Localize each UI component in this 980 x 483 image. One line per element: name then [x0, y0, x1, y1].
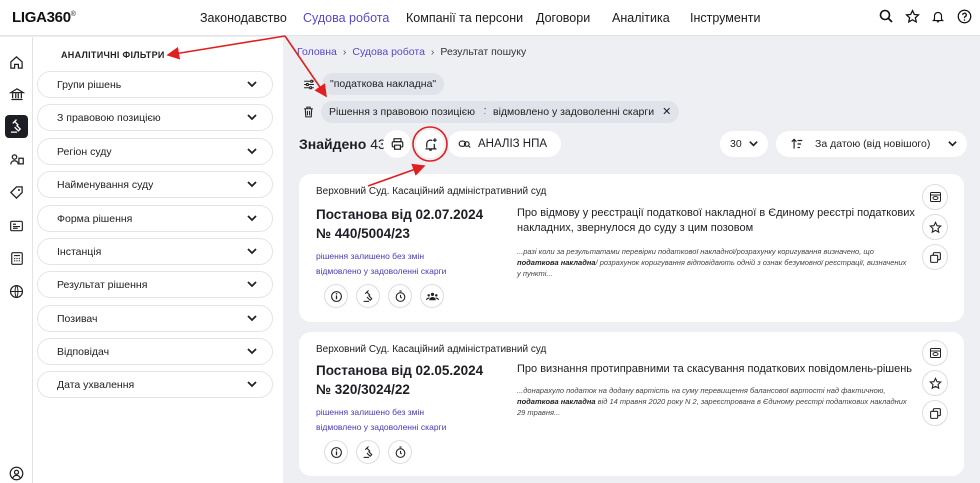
- nav-analytics[interactable]: Аналітика: [612, 0, 670, 36]
- icon-rail: [0, 37, 33, 483]
- chevron-down-icon: [247, 114, 257, 121]
- timer-icon[interactable]: [388, 284, 412, 308]
- filter-legal-position[interactable]: З правовою позицією: [37, 104, 273, 131]
- print-button[interactable]: [383, 130, 411, 158]
- tag-icon[interactable]: [7, 183, 26, 202]
- nav-court-work[interactable]: Судова робота: [303, 0, 389, 36]
- status-result: рішення залишено без змін: [316, 251, 425, 261]
- copy-icon: [929, 251, 941, 263]
- gavel-icon[interactable]: [356, 284, 380, 308]
- home-icon[interactable]: [7, 53, 26, 72]
- participants-icon[interactable]: [420, 284, 444, 308]
- chevron-down-icon: [247, 81, 257, 88]
- result-card[interactable]: Верховний Суд. Касаційний адміністративн…: [299, 332, 964, 476]
- document-title[interactable]: Постанова від 02.07.2024 № 440/5004/23: [316, 205, 483, 243]
- filter-decision-groups[interactable]: Групи рішень: [37, 71, 273, 98]
- eye-window-icon: [929, 348, 941, 358]
- status-result: рішення залишено без змін: [316, 407, 425, 417]
- filter-defendant[interactable]: Відповідач: [37, 338, 273, 365]
- bell-icon[interactable]: [930, 8, 946, 24]
- people-icon[interactable]: [7, 150, 26, 169]
- favorite-button[interactable]: [922, 370, 948, 396]
- chevron-down-icon: [247, 348, 257, 355]
- document-title[interactable]: Постанова від 02.05.2024 № 320/3024/22: [316, 361, 483, 399]
- globe-icon[interactable]: [7, 282, 26, 301]
- filter-court-region[interactable]: Регіон суду: [37, 138, 273, 165]
- calculator-icon[interactable]: [7, 249, 26, 268]
- logo[interactable]: LIGA360®: [12, 9, 76, 26]
- page-size-select[interactable]: 30: [720, 131, 768, 157]
- filter-court-name[interactable]: Найменування суду: [37, 171, 273, 198]
- help-icon[interactable]: [956, 8, 972, 24]
- info-icon[interactable]: [324, 284, 348, 308]
- chevron-down-icon: [247, 281, 257, 288]
- bell-plus-icon: [425, 137, 437, 151]
- id-card-icon[interactable]: [7, 216, 26, 235]
- search-icon[interactable]: [878, 8, 894, 24]
- filter-plaintiff[interactable]: Позивач: [37, 305, 273, 332]
- query-chip[interactable]: "податкова накладна": [322, 73, 445, 95]
- copy-icon: [929, 407, 941, 419]
- star-icon[interactable]: [904, 8, 920, 24]
- filter-decision-form[interactable]: Форма рішення: [37, 205, 273, 232]
- status-complaint: відмовлено у задоволенні скарги: [316, 266, 447, 276]
- user-icon[interactable]: [7, 464, 26, 483]
- filters-title: АНАЛІТИЧНІ ФІЛЬТРИ: [61, 50, 165, 60]
- timer-icon[interactable]: [388, 440, 412, 464]
- chevron-down-icon: [247, 248, 257, 255]
- nav-tools[interactable]: Інструменти: [690, 0, 760, 36]
- result-card[interactable]: Верховний Суд. Касаційний адміністративн…: [299, 174, 964, 322]
- case-summary: Про відмову у реєстрації податкової накл…: [517, 207, 915, 234]
- chevron-down-icon: [247, 381, 257, 388]
- chevron-down-icon: [247, 148, 257, 155]
- chevron-down-icon: [247, 315, 257, 322]
- subscribe-button[interactable]: [416, 130, 444, 158]
- filter-adoption-date[interactable]: Дата ухвалення: [37, 371, 273, 398]
- text-snippet: ...донарахуло податок на додану вартість…: [517, 386, 907, 417]
- gavel-icon[interactable]: [356, 440, 380, 464]
- sort-icon: [791, 138, 803, 149]
- nav-companies[interactable]: Компанії та персони: [406, 0, 523, 36]
- breadcrumb-court-work[interactable]: Судова робота: [352, 46, 425, 58]
- npa-analysis-button[interactable]: АНАЛІЗ НПА: [448, 131, 561, 157]
- breadcrumb: Головна › Судова робота › Результат пошуку: [297, 46, 527, 58]
- sort-select[interactable]: За датою (від новішого): [776, 131, 967, 157]
- filter-decision-result[interactable]: Результат рішення: [37, 271, 273, 298]
- filters-panel: АНАЛІТИЧНІ ФІЛЬТРИ Групи рішень З правов…: [33, 37, 283, 483]
- chevron-down-icon: [948, 141, 957, 147]
- filter-instance[interactable]: Інстанція: [37, 238, 273, 265]
- chevron-down-icon: [749, 141, 758, 147]
- filter-chip-legal-position[interactable]: Рішення з правовою позицією✕: [321, 101, 501, 123]
- chevron-down-icon: [247, 181, 257, 188]
- nav-legislation[interactable]: Законодавство: [200, 0, 287, 36]
- favorite-button[interactable]: [922, 214, 948, 240]
- filter-chip-complaint-denied[interactable]: відмовлено у задоволенні скарги ✕: [485, 101, 680, 123]
- nav-contracts[interactable]: Договори: [536, 0, 590, 36]
- case-summary: Про визнання протиправними та скасування…: [517, 363, 913, 375]
- printer-icon: [391, 138, 403, 150]
- bank-icon[interactable]: [7, 85, 26, 104]
- preview-button[interactable]: [922, 340, 948, 366]
- results-count: Знайдено 43: [299, 136, 386, 152]
- court-name: Верховний Суд. Касаційний адміністративн…: [316, 344, 547, 355]
- breadcrumb-home[interactable]: Головна: [297, 46, 337, 58]
- court-name: Верховний Суд. Касаційний адміністративн…: [316, 186, 547, 197]
- gavel-icon[interactable]: [5, 115, 28, 138]
- status-complaint: відмовлено у задоволенні скарги: [316, 422, 447, 432]
- chevron-down-icon: [247, 215, 257, 222]
- star-icon: [928, 220, 942, 233]
- text-snippet: ...разі коли за результатами перевірки п…: [517, 247, 907, 278]
- copy-button[interactable]: [922, 244, 948, 270]
- link-search-icon: [458, 140, 471, 148]
- copy-button[interactable]: [922, 400, 948, 426]
- star-icon: [928, 376, 942, 389]
- info-icon[interactable]: [324, 440, 348, 464]
- preview-button[interactable]: [922, 184, 948, 210]
- breadcrumb-current: Результат пошуку: [440, 46, 527, 58]
- top-bar: LIGA360® Законодавство Судова робота Ком…: [0, 0, 980, 36]
- sliders-icon[interactable]: [301, 76, 317, 92]
- eye-window-icon: [929, 192, 941, 202]
- close-icon[interactable]: ✕: [662, 106, 671, 118]
- trash-icon[interactable]: [300, 104, 316, 120]
